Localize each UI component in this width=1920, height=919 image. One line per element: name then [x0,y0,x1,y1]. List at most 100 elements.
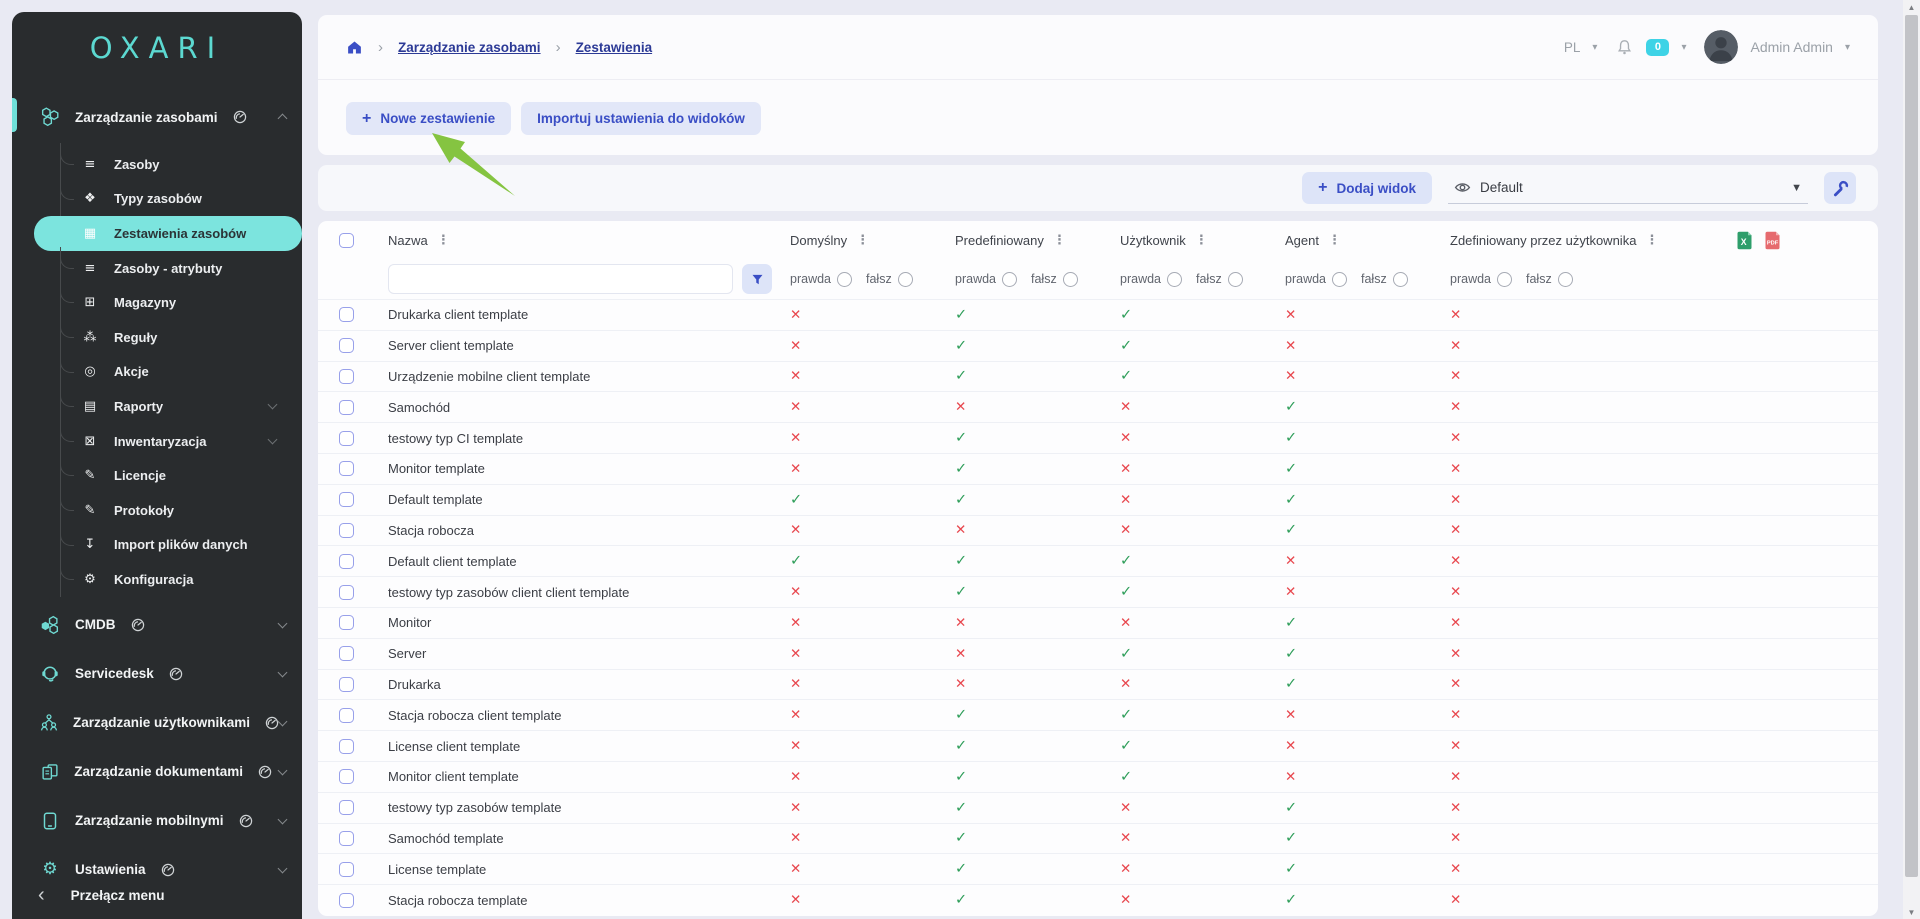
radio-false[interactable] [898,272,913,287]
row-checkbox[interactable] [339,585,354,600]
table-row-default-template[interactable]: Default template ✓✓✕✓✕ [318,484,1878,515]
breadcrumb-link-zestawienia[interactable]: Zestawienia [576,40,653,55]
sidebar-item-typy-zasobow[interactable]: ❖ Typy zasobów [61,182,290,217]
notification-badge[interactable]: 0 [1646,39,1669,56]
sidebar-section-zarzadzanie-zasobami[interactable]: Zarządzanie zasobami [12,98,302,136]
scroll-up-arrow[interactable]: ▲ [1903,0,1920,14]
radio-false[interactable] [1228,272,1243,287]
column-menu-dots[interactable]: ⋮ [437,233,450,248]
table-row-urzadzenie-mobilne-client-template[interactable]: Urządzenie mobilne client template ✕✓✓✕✕ [318,361,1878,392]
table-row-license-template[interactable]: License template ✕✓✕✓✕ [318,853,1878,884]
cross-icon: ✕ [1269,584,1434,600]
row-checkbox[interactable] [339,800,354,815]
sidebar-item-konfiguracja[interactable]: ⚙ Konfiguracja [61,562,290,597]
table-row-samochod[interactable]: Samochód ✕✕✕✓✕ [318,391,1878,422]
table-row-monitor-client-template[interactable]: Monitor client template ✕✓✓✕✕ [318,761,1878,792]
sidebar-item-licencje[interactable]: ✎ Licencje [61,458,290,493]
table-row-server[interactable]: Server ✕✕✓✓✕ [318,638,1878,669]
table-row-stacja-robocza-template[interactable]: Stacja robocza template ✕✓✕✓✕ [318,884,1878,915]
add-view-button[interactable]: + Dodaj widok [1302,172,1432,204]
language-selector[interactable]: PL [1564,40,1581,55]
sidebar-item-inwentaryzacja[interactable]: ⊠ Inwentaryzacja [61,424,290,459]
column-menu-dots[interactable]: ⋮ [1328,233,1341,248]
radio-true[interactable] [1332,272,1347,287]
table-row-samochod-template[interactable]: Samochód template ✕✓✕✓✕ [318,823,1878,854]
home-icon[interactable] [346,39,363,56]
radio-false[interactable] [1393,272,1408,287]
sidebar-section-zarzadzanie-mobilnymi[interactable]: Zarządzanie mobilnymi [12,802,302,840]
export-pdf-button[interactable]: PDF [1762,230,1783,251]
table-row-testowy-typ-ci-template[interactable]: testowy typ CI template ✕✓✕✓✕ [318,422,1878,453]
row-checkbox[interactable] [339,492,354,507]
view-settings-wrench-button[interactable] [1824,172,1856,204]
table-row-testowy-typ-zasobow-client-client-template[interactable]: testowy typ zasobów client client templa… [318,576,1878,607]
radio-true[interactable] [1002,272,1017,287]
new-zestawienie-button[interactable]: + Nowe zestawienie [346,102,511,135]
sidebar-item-zasoby-atrybuty[interactable]: ≡ Zasoby - atrybuty [61,251,290,286]
row-checkbox[interactable] [339,708,354,723]
table-row-stacja-robocza-client-template[interactable]: Stacja robocza client template ✕✓✓✕✕ [318,699,1878,730]
sidebar-section-zarzadzanie-dokumentami[interactable]: Zarządzanie dokumentami [12,753,302,791]
row-checkbox[interactable] [339,677,354,692]
sidebar-section-cmdb[interactable]: CMDB [12,606,302,644]
select-all-checkbox[interactable] [339,233,354,248]
sidebar-item-raporty[interactable]: ▤ Raporty [61,389,290,424]
radio-false[interactable] [1558,272,1573,287]
row-checkbox[interactable] [339,400,354,415]
table-row-testowy-typ-zasobow-template[interactable]: testowy typ zasobów template ✕✓✕✓✕ [318,792,1878,823]
row-checkbox[interactable] [339,338,354,353]
table-row-stacja-robocza[interactable]: Stacja robocza ✕✕✕✓✕ [318,515,1878,546]
sidebar-item-zasoby[interactable]: ≡ Zasoby [61,147,290,182]
sidebar-item-import-plikow-danych[interactable]: ↧ Import plików danych [61,528,290,563]
vertical-scrollbar[interactable]: ▲ ▼ [1903,0,1920,919]
breadcrumb-link-zarzadzanie-zasobami[interactable]: Zarządzanie zasobami [398,40,541,55]
avatar[interactable] [1704,30,1738,64]
column-menu-dots[interactable]: ⋮ [1195,233,1208,248]
row-checkbox[interactable] [339,831,354,846]
table-row-license-client-template[interactable]: License client template ✕✓✓✕✕ [318,730,1878,761]
scrollbar-thumb[interactable] [1905,15,1918,877]
name-filter-input[interactable] [388,264,733,294]
table-row-server-client-template[interactable]: Server client template ✕✓✓✕✕ [318,330,1878,361]
export-xlsx-button[interactable]: X [1734,230,1755,251]
radio-true[interactable] [1497,272,1512,287]
filter-button[interactable] [742,264,772,294]
row-checkbox[interactable] [339,431,354,446]
collapse-menu-button[interactable]: ‹ Przełącz menu [12,877,302,913]
import-settings-button[interactable]: Importuj ustawienia do widoków [521,102,761,135]
table-row-monitor-template[interactable]: Monitor template ✕✓✕✓✕ [318,453,1878,484]
sidebar-item-magazyny[interactable]: ⊞ Magazyny [61,285,290,320]
bell-icon[interactable] [1615,38,1634,57]
row-checkbox[interactable] [339,646,354,661]
radio-true[interactable] [1167,272,1182,287]
table-row-monitor[interactable]: Monitor ✕✕✕✓✕ [318,607,1878,638]
row-checkbox[interactable] [339,307,354,322]
row-name: Monitor client template [374,769,774,784]
table-row-drukarka[interactable]: Drukarka ✕✕✕✓✕ [318,669,1878,700]
column-menu-dots[interactable]: ⋮ [1645,233,1658,248]
row-checkbox[interactable] [339,615,354,630]
row-checkbox[interactable] [339,862,354,877]
view-select-dropdown[interactable]: Default ▼ [1448,172,1808,204]
user-name[interactable]: Admin Admin [1750,39,1832,55]
row-checkbox[interactable] [339,769,354,784]
row-checkbox[interactable] [339,523,354,538]
column-menu-dots[interactable]: ⋮ [856,233,869,248]
sidebar-item-zestawienia-zasobow[interactable]: ▦ Zestawienia zasobów [34,216,302,251]
row-checkbox[interactable] [339,369,354,384]
row-checkbox[interactable] [339,461,354,476]
table-row-default-client-template[interactable]: Default client template ✓✓✓✕✕ [318,545,1878,576]
scroll-down-arrow[interactable]: ▼ [1903,905,1920,919]
sidebar-item-protokoly[interactable]: ✎ Protokoły [61,493,290,528]
sidebar-item-reguly[interactable]: ⁂ Reguły [61,320,290,355]
sidebar-item-akcje[interactable]: ◎ Akcje [61,355,290,390]
sidebar-section-zarzadzanie-uzytkownikami[interactable]: Zarządzanie użytkownikami [12,704,302,742]
table-row-drukarka-client-template[interactable]: Drukarka client template ✕✓✓✕✕ [318,299,1878,330]
row-checkbox[interactable] [339,554,354,569]
row-checkbox[interactable] [339,893,354,908]
column-menu-dots[interactable]: ⋮ [1053,233,1066,248]
radio-false[interactable] [1063,272,1078,287]
row-checkbox[interactable] [339,739,354,754]
sidebar-section-servicedesk[interactable]: Servicedesk [12,655,302,693]
radio-true[interactable] [837,272,852,287]
